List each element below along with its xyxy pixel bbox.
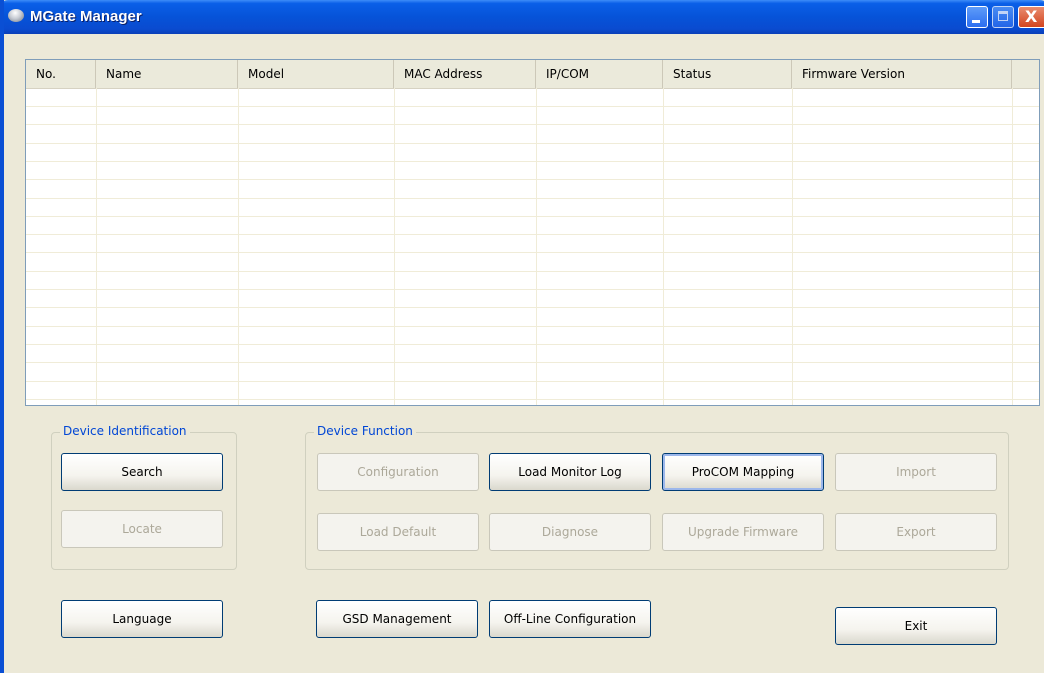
column-header-name[interactable]: Name <box>96 60 238 88</box>
grid-row-line <box>26 289 1039 290</box>
load-default-button[interactable]: Load Default <box>317 513 479 551</box>
table-header: No. Name Model MAC Address IP/COM Status… <box>26 60 1039 89</box>
search-button[interactable]: Search <box>61 453 223 491</box>
load-monitor-log-button[interactable]: Load Monitor Log <box>489 453 651 491</box>
exit-button[interactable]: Exit <box>835 607 997 645</box>
close-icon: X <box>1025 7 1038 26</box>
locate-button[interactable]: Locate <box>61 510 223 548</box>
grid-row-line <box>26 198 1039 199</box>
column-header-firmware-version[interactable]: Firmware Version <box>792 60 1012 88</box>
main-window: MGate Manager X No. Name Model MAC Addre… <box>0 0 1044 673</box>
column-header-model[interactable]: Model <box>238 60 394 88</box>
grid-column-line <box>394 88 395 405</box>
export-button[interactable]: Export <box>835 513 997 551</box>
grid-row-line <box>26 106 1039 107</box>
grid-row-line <box>26 344 1039 345</box>
grid-row-line <box>26 234 1039 235</box>
upgrade-firmware-button[interactable]: Upgrade Firmware <box>662 513 824 551</box>
grid-column-line <box>96 88 97 405</box>
close-button[interactable]: X <box>1018 6 1044 28</box>
grid-row-line <box>26 179 1039 180</box>
device-function-legend: Device Function <box>314 424 416 438</box>
minimize-icon <box>972 20 980 23</box>
grid-row-line <box>26 362 1039 363</box>
column-header-no[interactable]: No. <box>26 60 96 88</box>
column-header-ip-com[interactable]: IP/COM <box>536 60 663 88</box>
grid-row-line <box>26 143 1039 144</box>
grid-row-line <box>26 326 1039 327</box>
import-button[interactable]: Import <box>835 453 997 491</box>
grid-row-line <box>26 307 1039 308</box>
grid-column-line <box>238 88 239 405</box>
maximize-button[interactable] <box>992 6 1014 28</box>
title-bar[interactable]: MGate Manager X <box>4 0 1044 34</box>
diagnose-button[interactable]: Diagnose <box>489 513 651 551</box>
mgate-app-icon <box>8 9 24 22</box>
device-identification-legend: Device Identification <box>60 424 190 438</box>
column-header-status[interactable]: Status <box>663 60 792 88</box>
window-title: MGate Manager <box>30 8 142 25</box>
column-header-mac-address[interactable]: MAC Address <box>394 60 536 88</box>
grid-row-line <box>26 381 1039 382</box>
configuration-button[interactable]: Configuration <box>317 453 479 491</box>
maximize-icon <box>998 11 1008 21</box>
grid-column-line <box>536 88 537 405</box>
gsd-management-button[interactable]: GSD Management <box>316 600 478 638</box>
grid-row-line <box>26 271 1039 272</box>
grid-row-line <box>26 161 1039 162</box>
grid-column-line <box>1012 88 1013 405</box>
minimize-button[interactable] <box>966 6 988 28</box>
grid-row-line <box>26 124 1039 125</box>
grid-row-line <box>26 252 1039 253</box>
language-button[interactable]: Language <box>61 600 223 638</box>
grid-row-line <box>26 216 1039 217</box>
procom-mapping-button[interactable]: ProCOM Mapping <box>662 453 824 491</box>
offline-configuration-button[interactable]: Off-Line Configuration <box>489 600 651 638</box>
grid-column-line <box>792 88 793 405</box>
grid-row-line <box>26 399 1039 400</box>
device-list-table[interactable]: No. Name Model MAC Address IP/COM Status… <box>25 59 1040 406</box>
grid-column-line <box>663 88 664 405</box>
